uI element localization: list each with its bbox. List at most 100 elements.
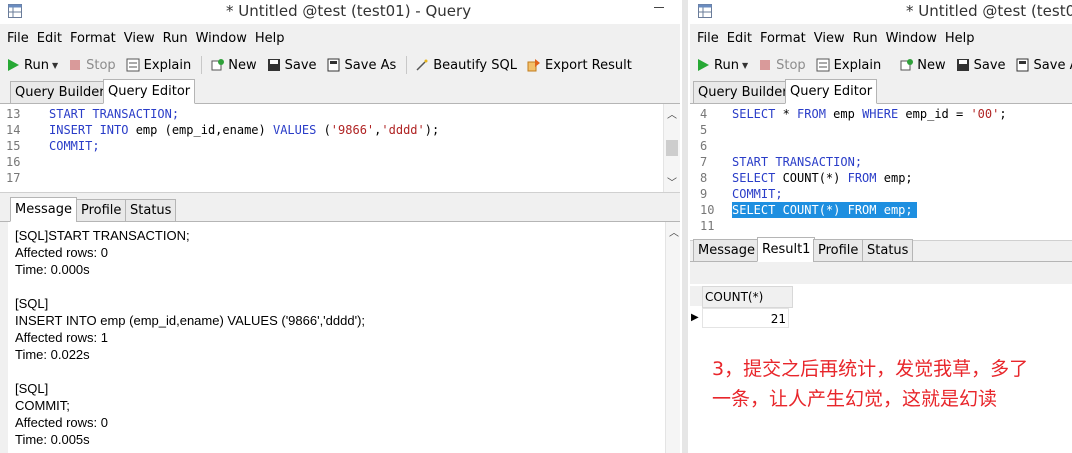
beautify-sql-button[interactable]: Beautify SQL <box>415 58 517 73</box>
message-line: INSERT INTO emp (emp_id,ename) VALUES ('… <box>15 313 366 328</box>
tab-profile[interactable]: Profile <box>76 199 127 222</box>
minimize-button[interactable] <box>654 7 664 8</box>
tab-query-builder[interactable]: Query Builder <box>693 81 793 104</box>
tab-message[interactable]: Message <box>10 197 77 222</box>
tab-status[interactable]: Status <box>862 239 914 262</box>
result-cell[interactable]: 21 <box>702 308 789 328</box>
menu-format[interactable]: Format <box>70 31 116 46</box>
stop-icon <box>70 60 81 70</box>
sql-editor[interactable]: 4 SELECT * FROM emp WHERE emp_id = '00'; … <box>690 104 1072 241</box>
tab-message[interactable]: Message <box>693 239 760 262</box>
line-number: 10 <box>700 203 715 217</box>
code-line: 8 SELECT COUNT(*) FROM emp; <box>690 170 1072 186</box>
save-as-icon <box>1016 58 1029 72</box>
menu-help[interactable]: Help <box>945 31 975 46</box>
line-number: 16 <box>6 155 21 169</box>
menu-view[interactable]: View <box>814 31 845 46</box>
stop-button[interactable]: Stop <box>758 58 806 73</box>
code-line: 14 INSERT INTO emp (emp_id,ename) VALUES … <box>0 122 680 138</box>
line-number: 5 <box>700 123 708 137</box>
message-line: Time: 0.022s <box>15 347 90 362</box>
editor-scrollbar[interactable]: ︿ ﹀ <box>663 104 680 192</box>
query-window-right: * Untitled @test (test0 File Edit Format… <box>690 0 1072 453</box>
explain-label: Explain <box>143 57 192 73</box>
stop-label: Stop <box>86 57 116 73</box>
new-query-icon <box>900 59 914 71</box>
menu-file[interactable]: File <box>7 31 29 46</box>
floppy-disk-icon <box>267 59 280 71</box>
save-button[interactable]: Save <box>267 58 317 73</box>
stop-button[interactable]: Stop <box>68 58 116 73</box>
row-pointer-icon: ▶ <box>691 312 699 323</box>
tab-query-builder[interactable]: Query Builder <box>10 81 110 104</box>
export-icon <box>527 59 540 72</box>
save-label: Save <box>284 57 317 73</box>
column-header-count[interactable]: COUNT(*) <box>702 286 793 308</box>
menu-edit[interactable]: Edit <box>37 31 62 46</box>
line-number: 11 <box>700 219 715 233</box>
save-as-button[interactable]: Save As <box>1016 58 1072 73</box>
line-number: 15 <box>6 139 21 153</box>
menu-file[interactable]: File <box>697 31 719 46</box>
window-title: * Untitled @test (test01) - Query <box>226 2 472 20</box>
explain-button[interactable]: Explain <box>126 57 192 73</box>
new-button[interactable]: New <box>899 57 946 73</box>
chevron-down-icon[interactable]: ▼ <box>742 61 748 70</box>
toolbar: Run ▼ Stop Explain New Save Save As Beaut… <box>0 52 680 78</box>
tab-query-editor[interactable]: Query Editor <box>103 79 196 104</box>
line-number: 8 <box>700 171 708 185</box>
scroll-thumb[interactable] <box>666 140 678 156</box>
tab-profile[interactable]: Profile <box>813 239 864 262</box>
message-line: Affected rows: 1 <box>15 330 108 345</box>
message-line: [SQL] <box>15 296 49 311</box>
run-button[interactable]: Run ▼ <box>696 58 748 73</box>
code-line: 15 COMMIT; <box>0 138 680 154</box>
code-line: 16 <box>0 154 680 170</box>
tab-status[interactable]: Status <box>125 199 177 222</box>
sql-editor[interactable]: 13 START TRANSACTION; 14 INSERT INTO emp (… <box>0 104 680 193</box>
toolbar: Run▼ Stop Explain New Save Save As <box>690 52 1072 78</box>
menu-bar: File Edit Format View Run Window Help <box>0 24 680 52</box>
menu-bar: File Edit Format View Run Window Help <box>690 24 1072 52</box>
scroll-up-icon[interactable]: ︿ <box>669 224 679 239</box>
new-label: New <box>917 57 946 73</box>
explain-button[interactable]: Explain <box>816 58 881 73</box>
line-number: 9 <box>700 187 708 201</box>
tab-result1[interactable]: Result1 <box>757 237 816 262</box>
line-number: 17 <box>6 171 21 185</box>
menu-help[interactable]: Help <box>255 31 285 46</box>
chevron-down-icon[interactable]: ▼ <box>52 61 58 70</box>
message-scrollbar[interactable]: ︿ <box>665 222 680 453</box>
menu-edit[interactable]: Edit <box>727 31 752 46</box>
line-number: 7 <box>700 155 708 169</box>
scroll-up-icon[interactable]: ︿ <box>667 106 677 121</box>
code-line: 7 START TRANSACTION; <box>690 154 1072 170</box>
run-button[interactable]: Run ▼ <box>6 58 58 73</box>
stop-label: Stop <box>776 57 806 73</box>
tab-query-editor[interactable]: Query Editor <box>785 79 878 104</box>
menu-view[interactable]: View <box>124 31 155 46</box>
code-line: 6 <box>690 138 1072 154</box>
code-text: START TRANSACTION; <box>49 107 180 121</box>
code-line: 17 <box>0 170 680 186</box>
query-window-left: * Untitled @test (test01) - Query File E… <box>0 0 680 453</box>
save-label: Save <box>973 57 1006 73</box>
code-text: SELECT * FROM emp WHERE emp_id = '00'; <box>732 107 1007 121</box>
menu-window[interactable]: Window <box>886 31 937 46</box>
code-text: INSERT INTO emp (emp_id,ename) VALUES ('… <box>49 123 440 137</box>
save-as-label: Save As <box>344 57 397 73</box>
menu-format[interactable]: Format <box>760 31 806 46</box>
menu-run[interactable]: Run <box>853 31 878 46</box>
code-line: 11 <box>690 218 1072 234</box>
scroll-down-icon[interactable]: ﹀ <box>667 174 677 189</box>
message-line: Affected rows: 0 <box>15 415 108 430</box>
code-line: 5 <box>690 122 1072 138</box>
export-result-button[interactable]: Export Result <box>527 58 632 73</box>
save-as-button[interactable]: Save As <box>327 57 397 73</box>
save-button[interactable]: Save <box>956 58 1006 73</box>
new-button[interactable]: New <box>210 58 257 73</box>
menu-run[interactable]: Run <box>163 31 188 46</box>
menu-window[interactable]: Window <box>196 31 247 46</box>
code-text: COMMIT; <box>732 187 783 201</box>
result-tab-bar: Message Profile Status <box>0 193 680 222</box>
